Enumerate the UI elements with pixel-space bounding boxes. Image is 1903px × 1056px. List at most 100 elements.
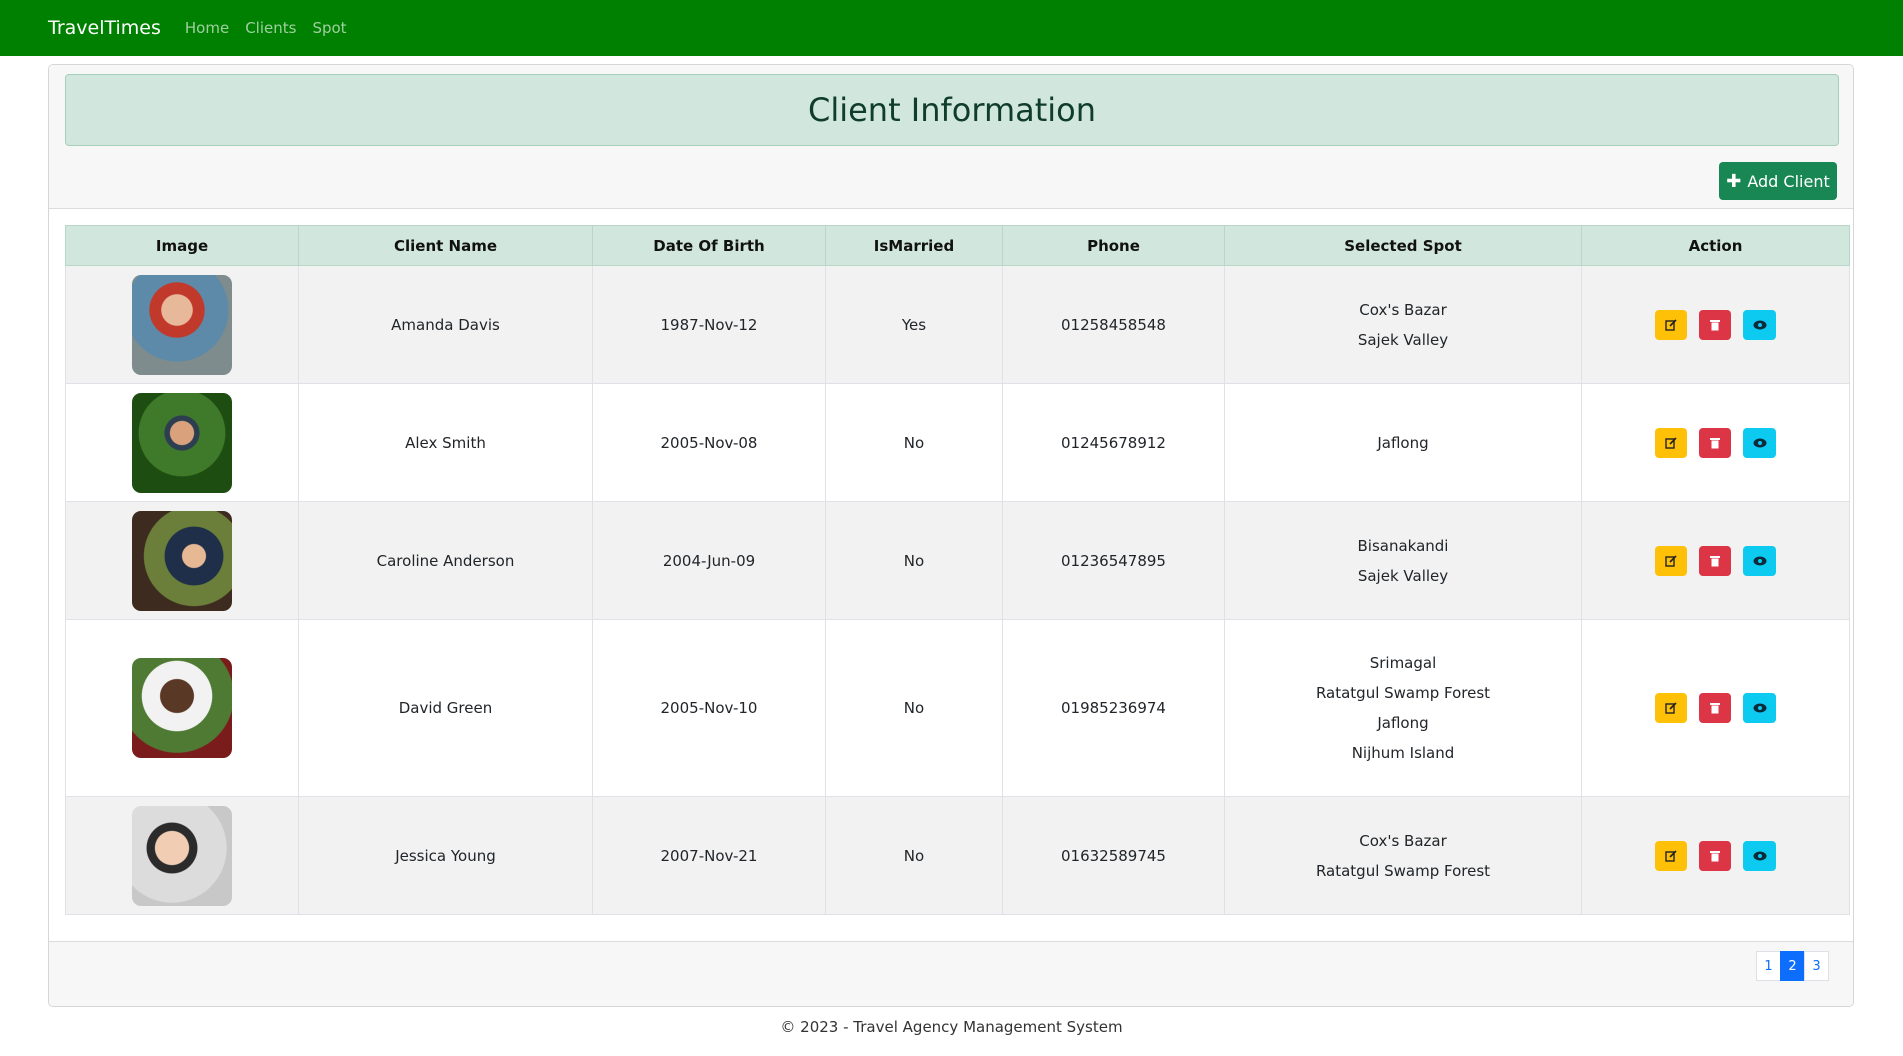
spot-item: Cox's Bazar — [1359, 300, 1447, 319]
page-3[interactable]: 3 — [1804, 951, 1829, 981]
eye-icon — [1753, 556, 1766, 565]
nav-home[interactable]: Home — [185, 19, 229, 37]
view-button[interactable] — [1743, 545, 1776, 576]
client-spots: Jaflong — [1224, 383, 1582, 502]
view-button[interactable] — [1743, 309, 1776, 340]
client-avatar — [132, 805, 232, 906]
edit-button[interactable] — [1655, 840, 1687, 871]
table-header-row: Image Client Name Date Of Birth IsMarrie… — [65, 225, 1850, 266]
view-button[interactable] — [1743, 427, 1776, 458]
client-avatar — [132, 392, 232, 493]
spot-item: Ratatgul Swamp Forest — [1315, 684, 1491, 702]
client-avatar — [132, 274, 232, 375]
client-dob: 2005-Nov-10 — [592, 619, 826, 797]
delete-button[interactable] — [1699, 693, 1731, 723]
trash-icon — [1710, 555, 1720, 566]
client-married: No — [825, 383, 1003, 502]
edit-icon — [1665, 318, 1677, 331]
trash-icon — [1710, 850, 1720, 861]
nav-clients[interactable]: Clients — [245, 19, 296, 37]
client-name: Caroline Anderson — [298, 501, 593, 620]
delete-button[interactable] — [1699, 309, 1731, 340]
edit-icon — [1665, 849, 1677, 862]
client-phone: 01258458548 — [1002, 265, 1225, 384]
edit-button[interactable] — [1655, 545, 1687, 576]
edit-button[interactable] — [1655, 309, 1687, 340]
trash-icon — [1710, 319, 1720, 330]
table-row: Amanda Davis 1987-Nov-12 Yes 01258458548… — [65, 265, 1850, 384]
delete-button[interactable] — [1699, 840, 1731, 871]
brand-link[interactable]: TravelTimes — [48, 17, 161, 39]
add-client-label: Add Client — [1747, 171, 1830, 191]
site-footer: © 2023 - Travel Agency Management System — [780, 1018, 1123, 1036]
client-avatar — [132, 658, 232, 758]
client-spots: Cox's Bazar Ratatgul Swamp Forest — [1224, 796, 1582, 915]
client-spots: Cox's Bazar Sajek Valley — [1224, 265, 1582, 384]
client-dob: 1987-Nov-12 — [592, 265, 826, 384]
eye-icon — [1753, 851, 1766, 860]
view-button[interactable] — [1743, 840, 1776, 871]
spot-item: Bisanakandi — [1357, 536, 1449, 555]
client-married: No — [825, 501, 1003, 620]
col-is-married: IsMarried — [825, 225, 1003, 266]
spot-item: Nijhum Island — [1351, 744, 1455, 762]
client-dob: 2004-Jun-09 — [592, 501, 826, 620]
col-date-of-birth: Date Of Birth — [592, 225, 826, 266]
client-dob: 2005-Nov-08 — [592, 383, 826, 502]
spot-item: Cox's Bazar — [1359, 831, 1447, 850]
trash-icon — [1710, 703, 1720, 714]
page-title: Client Information — [807, 91, 1097, 129]
page-1[interactable]: 1 — [1756, 951, 1781, 981]
card-footer: 1 2 3 — [49, 941, 1853, 1006]
client-name: Amanda Davis — [298, 265, 593, 384]
client-dob: 2007-Nov-21 — [592, 796, 826, 915]
eye-icon — [1753, 438, 1766, 447]
client-phone: 01632589745 — [1002, 796, 1225, 915]
spot-item: Sajek Valley — [1357, 566, 1449, 585]
client-married: No — [825, 619, 1003, 797]
spot-item: Jaflong — [1377, 714, 1429, 732]
view-button[interactable] — [1743, 693, 1776, 723]
client-married: No — [825, 796, 1003, 915]
plus-icon: ✚ — [1726, 170, 1742, 192]
spot-item: Jaflong — [1377, 433, 1429, 452]
col-action: Action — [1581, 225, 1850, 266]
delete-button[interactable] — [1699, 545, 1731, 576]
table-row: Caroline Anderson 2004-Jun-09 No 0123654… — [65, 501, 1850, 620]
add-client-button[interactable]: ✚ Add Client — [1719, 162, 1837, 200]
pagination: 1 2 3 — [1756, 951, 1829, 981]
client-phone: 01245678912 — [1002, 383, 1225, 502]
client-avatar — [132, 510, 232, 611]
spot-item: Srimagal — [1369, 654, 1437, 672]
spot-item: Sajek Valley — [1357, 330, 1449, 349]
col-selected-spot: Selected Spot — [1224, 225, 1582, 266]
delete-button[interactable] — [1699, 427, 1731, 458]
table-row: Jessica Young 2007-Nov-21 No 01632589745… — [65, 796, 1850, 915]
trash-icon — [1710, 437, 1720, 448]
page-2[interactable]: 2 — [1780, 951, 1805, 981]
client-name: David Green — [298, 619, 593, 797]
navbar: TravelTimes Home Clients Spot — [0, 0, 1903, 56]
client-name: Jessica Young — [298, 796, 593, 915]
edit-button[interactable] — [1655, 693, 1687, 723]
title-banner: Client Information — [65, 74, 1839, 146]
client-table-wrapper: Image Client Name Date Of Birth IsMarrie… — [65, 225, 1850, 915]
client-card: Client Information ✚ Add Client Image Cl… — [48, 64, 1854, 1007]
edit-icon — [1665, 554, 1677, 567]
client-name: Alex Smith — [298, 383, 593, 502]
card-header: Client Information ✚ Add Client — [49, 65, 1853, 209]
edit-icon — [1665, 436, 1677, 449]
spot-item: Ratatgul Swamp Forest — [1315, 861, 1491, 880]
client-married: Yes — [825, 265, 1003, 384]
client-table: Image Client Name Date Of Birth IsMarrie… — [65, 225, 1850, 915]
col-client-name: Client Name — [298, 225, 593, 266]
edit-button[interactable] — [1655, 427, 1687, 458]
nav-spot[interactable]: Spot — [312, 19, 346, 37]
edit-icon — [1665, 702, 1677, 714]
col-image: Image — [65, 225, 299, 266]
client-phone: 01236547895 — [1002, 501, 1225, 620]
client-spots: Srimagal Ratatgul Swamp Forest Jaflong N… — [1224, 619, 1582, 797]
client-phone: 01985236974 — [1002, 619, 1225, 797]
eye-icon — [1753, 320, 1766, 329]
table-row: David Green 2005-Nov-10 No 01985236974 S… — [65, 619, 1850, 797]
